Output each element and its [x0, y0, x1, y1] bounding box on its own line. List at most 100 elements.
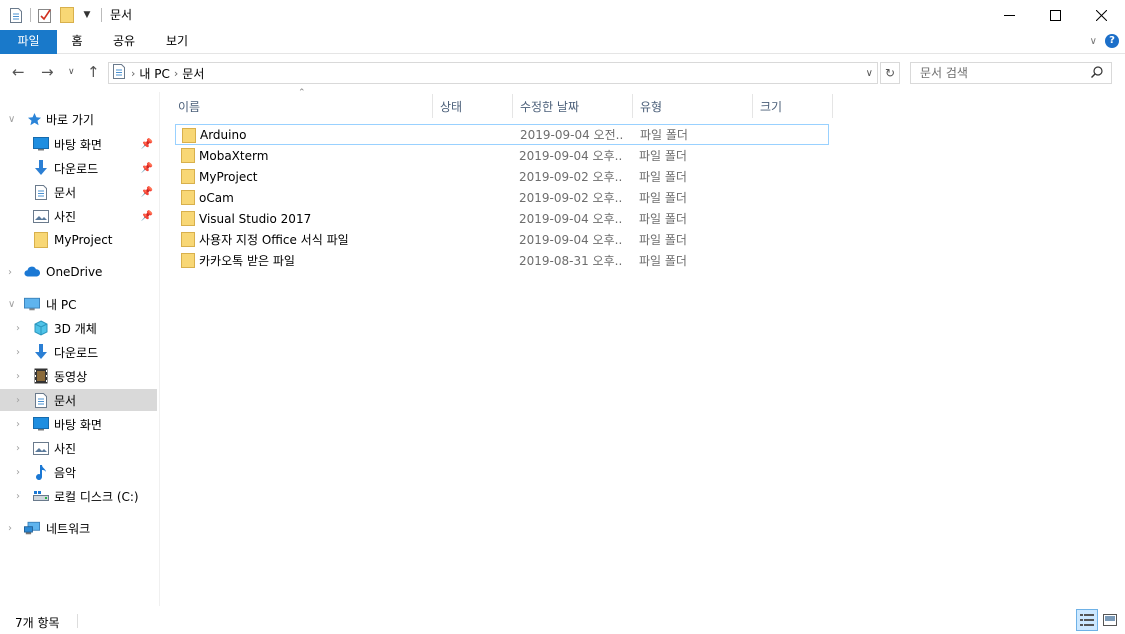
file-type: 파일 폴더 — [639, 191, 687, 205]
film-icon — [33, 368, 49, 384]
address-bar[interactable]: › 내 PC › 문서 ∨ — [108, 62, 878, 84]
collapse-chevron-icon[interactable]: ∨ — [8, 299, 15, 310]
search-icon[interactable] — [1091, 66, 1103, 81]
nav-label: 다운로드 — [54, 345, 99, 360]
file-row[interactable]: Arduino 2019-09-04 오전... 파일 폴더 — [175, 124, 829, 145]
large-icons-view-button[interactable] — [1099, 609, 1121, 631]
file-type: 파일 폴더 — [639, 149, 687, 163]
nav-network[interactable]: › 네트워크 — [0, 517, 157, 539]
file-name: oCam — [199, 190, 234, 205]
search-input[interactable] — [920, 66, 1090, 80]
nav-videos[interactable]: › 동영상 — [0, 365, 157, 387]
maximize-button[interactable] — [1032, 0, 1078, 30]
file-row[interactable]: 사용자 지정 Office 서식 파일 2019-09-04 오후... 파일 … — [175, 229, 829, 250]
expand-chevron-icon[interactable]: › — [16, 419, 20, 430]
recent-locations-chevron-icon[interactable]: ∨ — [68, 67, 75, 77]
search-box[interactable] — [910, 62, 1112, 84]
column-header-date-modified[interactable]: 수정한 날짜 — [513, 94, 633, 118]
expand-chevron-icon[interactable]: › — [16, 347, 20, 358]
details-view-icon — [1080, 614, 1094, 626]
column-header-name[interactable]: 이름 — [171, 94, 433, 118]
up-arrow-icon[interactable]: ↑ — [87, 63, 100, 81]
column-header-label: 수정한 날짜 — [520, 99, 580, 114]
expand-chevron-icon[interactable]: › — [16, 443, 20, 454]
forward-arrow-icon[interactable]: → — [41, 63, 54, 81]
collapse-chevron-icon[interactable]: ∨ — [8, 114, 15, 125]
file-row[interactable]: Visual Studio 2017 2019-09-04 오후... 파일 폴… — [175, 208, 829, 229]
folder-icon — [33, 232, 49, 248]
expand-chevron-icon[interactable]: › — [8, 523, 12, 534]
file-type: 파일 폴더 — [639, 212, 687, 226]
expand-chevron-icon[interactable]: › — [16, 491, 20, 502]
column-header-status[interactable]: 상태 — [433, 94, 513, 118]
minimize-button[interactable] — [986, 0, 1032, 30]
tab-view[interactable]: 보기 — [157, 30, 197, 54]
nav-pinned-downloads[interactable]: 다운로드 📌 — [0, 157, 157, 179]
column-header-type[interactable]: 유형 — [633, 94, 753, 118]
close-button[interactable] — [1078, 0, 1124, 30]
nav-pinned-documents[interactable]: 문서 📌 — [0, 181, 157, 203]
file-row[interactable]: oCam 2019-09-02 오후... 파일 폴더 — [175, 187, 829, 208]
expand-ribbon-chevron-icon[interactable]: ∨ — [1090, 36, 1097, 47]
details-view-button[interactable] — [1076, 609, 1098, 631]
nav-label: OneDrive — [46, 265, 103, 279]
nav-music[interactable]: › 음악 — [0, 461, 157, 483]
nav-pinned-desktop[interactable]: 바탕 화면 📌 — [0, 133, 157, 155]
nav-3d-objects[interactable]: › 3D 개체 — [0, 317, 157, 339]
nav-quick-access[interactable]: ∨ 바로 가기 — [0, 108, 157, 130]
folder-icon — [182, 128, 196, 146]
tab-share[interactable]: 공유 — [104, 30, 144, 54]
nav-pinned-pictures[interactable]: 사진 📌 — [0, 205, 157, 227]
file-row[interactable]: MyProject 2019-09-02 오후... 파일 폴더 — [175, 166, 829, 187]
nav-pictures[interactable]: › 사진 — [0, 437, 157, 459]
nav-documents[interactable]: › 문서 — [0, 389, 157, 411]
drive-icon — [33, 488, 49, 504]
star-icon — [26, 111, 42, 127]
refresh-icon[interactable]: ↻ — [880, 62, 900, 84]
expand-chevron-icon[interactable]: › — [16, 467, 20, 478]
tab-home[interactable]: 홈 — [62, 30, 92, 54]
breadcrumb-chevron-icon[interactable]: › — [174, 67, 178, 80]
nav-onedrive[interactable]: › OneDrive — [0, 261, 157, 283]
document-icon — [33, 184, 49, 200]
nav-desktop[interactable]: › 바탕 화면 — [0, 413, 157, 435]
nav-local-disk[interactable]: › 로컬 디스크 (C:) — [0, 485, 157, 507]
nav-label: 내 PC — [46, 297, 77, 312]
address-dropdown-chevron-icon[interactable]: ∨ — [866, 68, 873, 79]
tab-file[interactable]: 파일 — [0, 30, 57, 54]
breadcrumb-chevron-icon[interactable]: › — [131, 67, 135, 80]
column-header-label: 크기 — [760, 99, 783, 114]
nav-label: 문서 — [54, 185, 77, 200]
breadcrumb-documents[interactable]: 문서 — [182, 65, 204, 82]
nav-label: 3D 개체 — [54, 321, 97, 336]
expand-chevron-icon[interactable]: › — [16, 395, 20, 406]
file-date: 2019-09-04 오후... — [519, 212, 623, 226]
ribbon-tabs: 파일 홈 공유 보기 ∨ ? — [0, 30, 1125, 54]
nav-label: 네트워크 — [46, 521, 91, 536]
file-date: 2019-09-02 오후... — [519, 170, 623, 184]
nav-label: 동영상 — [54, 369, 88, 384]
file-row[interactable]: 카카오톡 받은 파일 2019-08-31 오후... 파일 폴더 — [175, 250, 829, 271]
document-icon[interactable] — [8, 6, 24, 24]
column-header-label: 이름 — [178, 99, 201, 114]
file-date: 2019-09-04 오전... — [520, 128, 624, 142]
nav-this-pc[interactable]: ∨ 내 PC — [0, 293, 157, 315]
column-header-size[interactable]: 크기 — [753, 94, 833, 118]
file-name: Arduino — [200, 127, 247, 142]
nav-label: 문서 — [54, 393, 77, 408]
folder-icon — [181, 211, 195, 229]
file-row[interactable]: MobaXterm 2019-09-04 오후... 파일 폴더 — [175, 145, 829, 166]
back-arrow-icon[interactable]: ← — [12, 63, 25, 81]
nav-downloads[interactable]: › 다운로드 — [0, 341, 157, 363]
properties-icon[interactable] — [37, 6, 53, 24]
breadcrumb-this-pc[interactable]: 내 PC — [139, 65, 169, 82]
nav-recent-myproject[interactable]: MyProject — [0, 229, 157, 251]
customize-toolbar-chevron-icon[interactable]: ▼ — [79, 6, 95, 24]
help-icon[interactable]: ? — [1105, 34, 1119, 48]
expand-chevron-icon[interactable]: › — [16, 323, 20, 334]
file-date: 2019-09-02 오후... — [519, 191, 623, 205]
new-folder-icon[interactable] — [59, 6, 75, 24]
nav-label: 다운로드 — [54, 161, 99, 176]
expand-chevron-icon[interactable]: › — [16, 371, 20, 382]
expand-chevron-icon[interactable]: › — [8, 267, 12, 278]
